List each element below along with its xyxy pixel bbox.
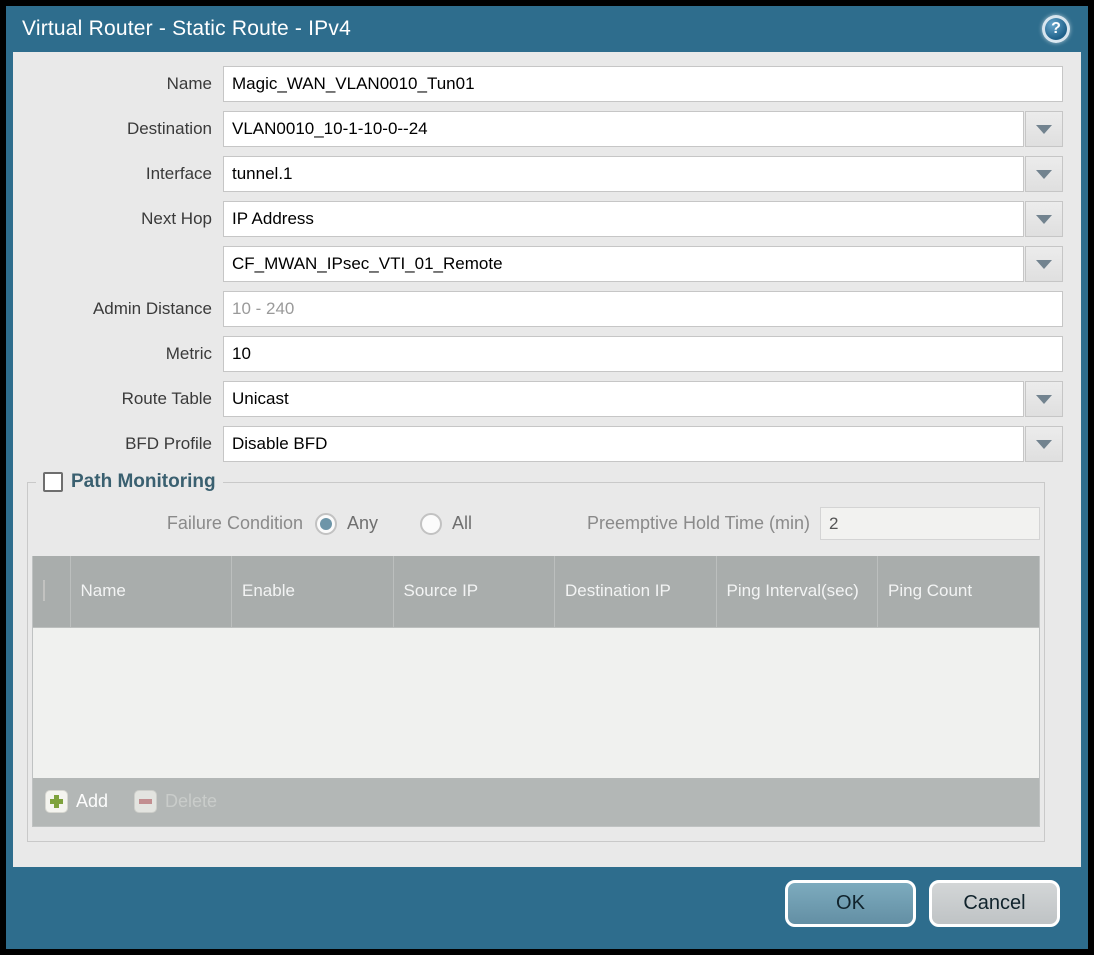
minus-icon (134, 790, 158, 813)
name-input[interactable] (223, 66, 1063, 102)
column-header-0[interactable]: Name (70, 556, 232, 628)
column-header-4[interactable]: Ping Interval(sec) (716, 556, 878, 628)
path-monitoring-group: Path Monitoring Failure Condition Any Al… (27, 471, 1045, 842)
bfd-profile-input[interactable] (223, 426, 1024, 462)
path-table-body-empty (33, 627, 1039, 778)
chevron-down-icon (1036, 439, 1052, 449)
metric-input[interactable] (223, 336, 1063, 372)
form-row-interface: Interface (13, 156, 1063, 192)
route-table-label: Route Table (121, 389, 212, 408)
interface-input[interactable] (223, 156, 1024, 192)
add-button-label: Add (76, 791, 109, 811)
admin-distance-input[interactable] (223, 291, 1063, 327)
plus-icon (45, 790, 68, 813)
form-row-name: Name (13, 66, 1063, 102)
path-monitoring-legend: Path Monitoring (36, 471, 223, 493)
form-row-next-hop-address (13, 246, 1063, 282)
column-header-1[interactable]: Enable (231, 556, 394, 628)
form-row-next-hop: Next Hop (13, 201, 1063, 237)
bfd-profile-dropdown-button[interactable] (1025, 426, 1063, 462)
form-row-bfd-profile: BFD Profile (13, 426, 1063, 462)
ok-button[interactable]: OK (785, 880, 916, 927)
delete-button[interactable]: Delete (134, 790, 217, 813)
destination-input[interactable] (223, 111, 1024, 147)
column-header-3[interactable]: Destination IP (554, 556, 717, 628)
form-row-destination: Destination (13, 111, 1063, 147)
admin-distance-label: Admin Distance (92, 299, 212, 318)
dialog-titlebar: Virtual Router - Static Route - IPv4 ? (6, 6, 1088, 52)
cancel-button[interactable]: Cancel (929, 880, 1060, 927)
form-row-admin-distance: Admin Distance (13, 291, 1063, 327)
static-route-dialog: Virtual Router - Static Route - IPv4 ? N… (6, 6, 1088, 949)
interface-label: Interface (145, 164, 212, 183)
path-monitoring-title: Path Monitoring (71, 471, 216, 492)
select-all-header-cell (33, 556, 71, 628)
dialog-footer: OK Cancel (6, 867, 1088, 949)
failure-condition-all-label: All (452, 513, 473, 533)
next-hop-type-dropdown-button[interactable] (1025, 201, 1063, 237)
dialog-body: Name Destination Interface (13, 52, 1081, 867)
failure-condition-row: Failure Condition Any All Preemptive Hol… (32, 507, 1040, 540)
failure-condition-any-label: Any (347, 513, 379, 533)
screen: Virtual Router - Static Route - IPv4 ? N… (0, 0, 1094, 955)
column-header-2[interactable]: Source IP (393, 556, 555, 628)
form-row-metric: Metric (13, 336, 1063, 372)
path-table-header-row: Name Enable Source IP Destination IP Ping In… (33, 556, 1039, 628)
delete-button-label: Delete (165, 791, 218, 811)
path-table-grid: Name Enable Source IP Destination IP Ping In… (33, 556, 1039, 628)
path-monitoring-checkbox[interactable] (43, 472, 63, 492)
next-hop-type-input[interactable] (223, 201, 1024, 237)
chevron-down-icon (1036, 124, 1052, 134)
destination-label: Destination (126, 119, 212, 138)
failure-condition-all-radio[interactable] (420, 512, 443, 535)
route-table-dropdown-button[interactable] (1025, 381, 1063, 417)
name-label: Name (166, 74, 212, 93)
destination-dropdown-button[interactable] (1025, 111, 1063, 147)
bfd-profile-label: BFD Profile (125, 434, 212, 453)
metric-label: Metric (165, 344, 212, 363)
form-row-route-table: Route Table (13, 381, 1063, 417)
add-button[interactable]: Add (45, 790, 108, 813)
dialog-title: Virtual Router - Static Route - IPv4 (22, 17, 351, 40)
select-all-checkbox[interactable] (43, 580, 45, 602)
next-hop-address-input[interactable] (223, 246, 1024, 282)
interface-dropdown-button[interactable] (1025, 156, 1063, 192)
failure-condition-any-radio[interactable] (315, 512, 337, 535)
next-hop-label: Next Hop (141, 209, 212, 228)
chevron-down-icon (1036, 259, 1052, 269)
preemptive-hold-time-label: Preemptive Hold Time (min) (586, 513, 810, 533)
chevron-down-icon (1036, 214, 1052, 224)
path-monitoring-table: Name Enable Source IP Destination IP Ping In… (32, 556, 1040, 827)
route-table-input[interactable] (223, 381, 1024, 417)
chevron-down-icon (1036, 394, 1052, 404)
preemptive-hold-time-input[interactable] (820, 507, 1040, 540)
failure-condition-label: Failure Condition (166, 513, 303, 533)
help-icon[interactable]: ? (1042, 15, 1070, 43)
next-hop-address-dropdown-button[interactable] (1025, 246, 1063, 282)
chevron-down-icon (1036, 169, 1052, 179)
path-table-toolbar: Add Delete (33, 777, 1039, 826)
column-header-5[interactable]: Ping Count (877, 556, 1039, 628)
